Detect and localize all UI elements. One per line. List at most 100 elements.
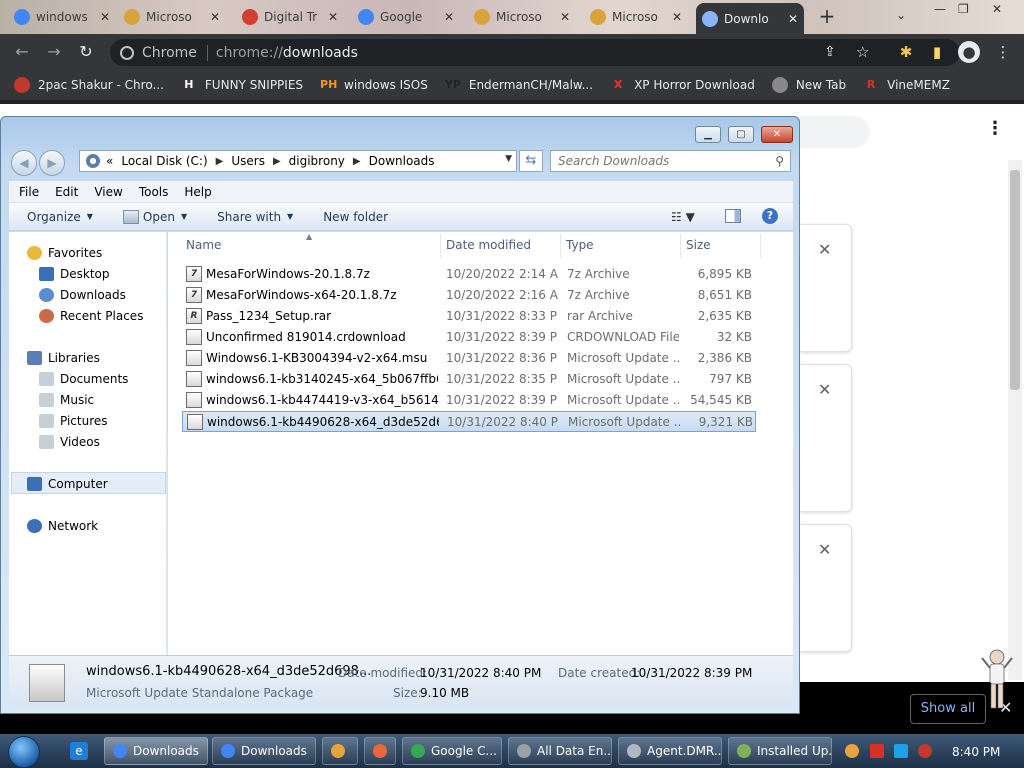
close-tab-icon[interactable]: ✕ [672, 10, 682, 24]
profile-avatar-icon[interactable]: ● [958, 41, 980, 63]
breadcrumb-user[interactable]: digibrony [289, 154, 345, 168]
tab[interactable]: windows ✕ [8, 2, 116, 32]
bookmark-item[interactable]: YP EndermanCH/Malw... [445, 77, 593, 93]
taskbar-button[interactable]: Agent.DMR... [618, 737, 722, 765]
file-row[interactable]: 7 MesaForWindows-20.1.8.7z 10/20/2022 2:14… [182, 264, 756, 285]
close-icon[interactable]: ✕ [992, 2, 1002, 16]
new-folder-button[interactable]: New folder [323, 210, 388, 224]
nav-favorites[interactable]: Favorites [27, 246, 102, 260]
breadcrumb-downloads[interactable]: Downloads [369, 154, 435, 168]
breadcrumb-separator-icon[interactable]: ▶ [353, 156, 361, 167]
file-row[interactable]: windows6.1-kb4490628-x64_d3de52d698... 10… [182, 411, 756, 432]
tab[interactable]: Microso ✕ [468, 2, 576, 32]
remove-download-icon[interactable]: ✕ [818, 540, 831, 559]
nav-computer[interactable]: Computer [27, 477, 108, 491]
menu-edit[interactable]: Edit [55, 185, 78, 199]
taskbar-button[interactable]: Google C... [402, 737, 502, 765]
nav-network[interactable]: Network [27, 519, 98, 533]
remove-download-icon[interactable]: ✕ [818, 380, 831, 399]
new-tab-button[interactable]: + [814, 4, 840, 30]
tab[interactable]: Microso ✕ [584, 2, 688, 32]
taskbar-button[interactable] [322, 737, 358, 765]
tab[interactable]: Microso ✕ [118, 2, 226, 32]
tray-search-icon[interactable] [845, 744, 859, 758]
start-button-windows-icon[interactable] [8, 736, 40, 768]
close-tab-icon[interactable]: ✕ [210, 10, 220, 24]
column-header-date-modified[interactable]: Date modified [446, 238, 531, 252]
page-scrollbar-thumb[interactable] [1010, 170, 1020, 390]
forward-arrow-icon[interactable]: ▶ [39, 150, 65, 176]
menu-help[interactable]: Help [184, 185, 211, 199]
breadcrumb-separator-icon[interactable]: ▶ [273, 156, 281, 167]
preview-pane-icon[interactable] [725, 209, 741, 223]
file-row[interactable]: windows6.1-kb4474419-v3-x64_b5614c6c... 1… [182, 390, 756, 411]
bookmark-item[interactable]: H FUNNY SNIPPIES [181, 77, 303, 93]
menu-view[interactable]: View [94, 185, 122, 199]
forward-arrow-icon[interactable]: → [44, 42, 64, 62]
share-with-button[interactable]: Share with ▼ [217, 210, 293, 224]
nav-pictures[interactable]: Pictures [39, 414, 108, 428]
search-box[interactable]: ⚲ [550, 150, 791, 172]
close-tab-icon[interactable]: ✕ [560, 10, 570, 24]
breadcrumb-overflow-icon[interactable]: « [106, 154, 113, 168]
help-icon[interactable]: ? [762, 208, 778, 224]
tab[interactable]: Downlo ✕ [696, 3, 804, 34]
close-tab-icon[interactable]: ✕ [788, 12, 798, 26]
taskbar-button[interactable]: All Data En... [508, 737, 612, 765]
organize-button[interactable]: Organize ▼ [27, 210, 93, 224]
close-tab-icon[interactable]: ✕ [328, 10, 338, 24]
back-arrow-icon[interactable]: ◀ [11, 150, 37, 176]
bookmark-item[interactable]: 2pac Shakur - Chro... [14, 77, 164, 93]
search-icon[interactable]: ⚲ [775, 154, 784, 168]
restore-icon[interactable]: ❐ [958, 2, 969, 16]
taskbar-button[interactable]: Downloads [212, 737, 316, 765]
minimize-icon[interactable]: — [934, 2, 946, 16]
tray-flag-icon[interactable] [870, 744, 884, 758]
address-bar[interactable]: Chrome chrome:// downloads ⇪ ☆ [110, 39, 960, 66]
bookmark-item[interactable]: PH windows ISOS [320, 77, 428, 93]
share-icon[interactable]: ⇪ [824, 44, 836, 60]
breadcrumb-users[interactable]: Users [231, 154, 265, 168]
column-divider[interactable] [680, 234, 681, 258]
clock[interactable]: 8:40 PM [952, 745, 1000, 759]
nav-recent-places[interactable]: Recent Places [39, 309, 143, 323]
nav-documents[interactable]: Documents [39, 372, 128, 386]
taskbar-button[interactable] [364, 737, 396, 765]
reload-icon[interactable]: ↻ [76, 42, 96, 62]
side-panel-icon[interactable]: ▮ [928, 43, 946, 61]
breadcrumb-separator-icon[interactable]: ▶ [216, 156, 224, 167]
file-row[interactable]: Unconfirmed 819014.crdownload 10/31/2022 … [182, 327, 756, 348]
nav-music[interactable]: Music [39, 393, 94, 407]
maximize-icon[interactable]: ▢ [728, 126, 754, 143]
file-row[interactable]: Windows6.1-KB3004394-v2-x64.msu 10/31/202… [182, 348, 756, 369]
downloads-search-field[interactable] [800, 116, 870, 148]
tab[interactable]: Google ✕ [352, 2, 460, 32]
downloads-more-menu-icon[interactable]: ⋮ [986, 118, 1004, 139]
taskbar-button[interactable]: Downloads [104, 737, 208, 765]
chrome-menu-icon[interactable]: ⋮ [994, 43, 1012, 61]
file-row[interactable]: 7 MesaForWindows-x64-20.1.8.7z 10/20/2022 … [182, 285, 756, 306]
breadcrumb[interactable]: « Local Disk (C:) ▶ Users ▶ digibrony ▶ … [79, 150, 517, 172]
nav-desktop[interactable]: Desktop [39, 267, 110, 281]
bookmark-item[interactable]: X XP Horror Download [610, 77, 755, 93]
close-tab-icon[interactable]: ✕ [100, 10, 110, 24]
nav-videos[interactable]: Videos [39, 435, 100, 449]
back-arrow-icon[interactable]: ← [12, 42, 32, 62]
file-row[interactable]: R Pass_1234_Setup.rar 10/31/2022 8:33 PM ra… [182, 306, 756, 327]
refresh-icon[interactable]: ⇆ [519, 150, 543, 172]
show-all-button[interactable]: Show all [910, 694, 986, 724]
close-tab-icon[interactable]: ✕ [444, 10, 454, 24]
internet-explorer-icon[interactable]: e [70, 742, 88, 760]
nav-downloads[interactable]: Downloads [39, 288, 126, 302]
column-header-size[interactable]: Size [686, 238, 711, 252]
bookmark-star-icon[interactable]: ☆ [856, 43, 869, 61]
column-header-type[interactable]: Type [566, 238, 594, 252]
nav-libraries[interactable]: Libraries [27, 351, 100, 365]
close-icon[interactable]: ✕ [761, 126, 793, 143]
tray-display-icon[interactable] [894, 744, 908, 758]
menu-file[interactable]: File [19, 185, 39, 199]
column-divider[interactable] [560, 234, 561, 258]
menu-tools[interactable]: Tools [139, 185, 169, 199]
taskbar-button[interactable]: Installed Up... [728, 737, 832, 765]
tray-volume-icon[interactable] [918, 744, 932, 758]
